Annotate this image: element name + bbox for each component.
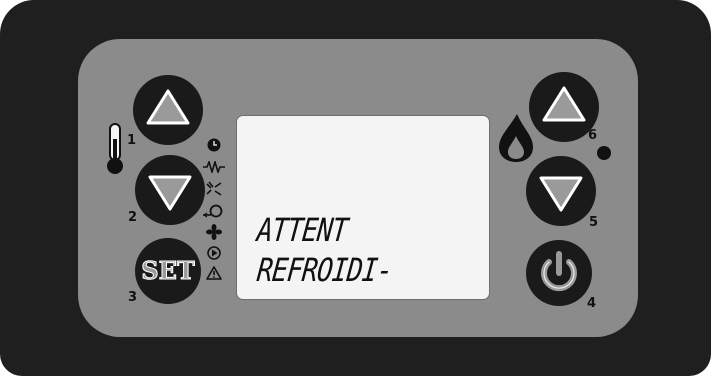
fan-icon [206, 224, 222, 240]
button-6-number: 6 [588, 128, 598, 143]
power-icon [541, 251, 577, 292]
status-led [597, 146, 611, 160]
lcd-display: ATTENT REFROIDI- [236, 115, 490, 300]
lcd-line-1: ATTENT [255, 211, 350, 249]
warning-icon [206, 266, 222, 280]
button-2-down[interactable] [135, 155, 205, 225]
button-5-down[interactable] [526, 156, 596, 226]
button-2-number: 2 [128, 210, 138, 225]
button-4-number: 4 [587, 296, 597, 311]
arrow-down-icon [148, 175, 192, 211]
spark-icon [206, 181, 222, 196]
button-4-power[interactable] [526, 240, 592, 306]
button-5-number: 5 [589, 215, 599, 230]
clock-icon [207, 138, 221, 152]
play-icon [207, 246, 221, 260]
button-1-number: 1 [127, 133, 137, 148]
arrow-up-icon [146, 89, 190, 125]
thermometer-icon [107, 123, 123, 174]
button-1-up[interactable] [133, 75, 203, 145]
arrow-down-icon [539, 176, 583, 212]
button-3-set[interactable]: SET [135, 238, 201, 304]
set-label: SET [141, 256, 195, 286]
pump-icon [203, 204, 223, 218]
button-3-number: 3 [128, 290, 138, 305]
resistor-icon [203, 161, 225, 173]
lcd-line-2: REFROIDI- [255, 251, 395, 289]
